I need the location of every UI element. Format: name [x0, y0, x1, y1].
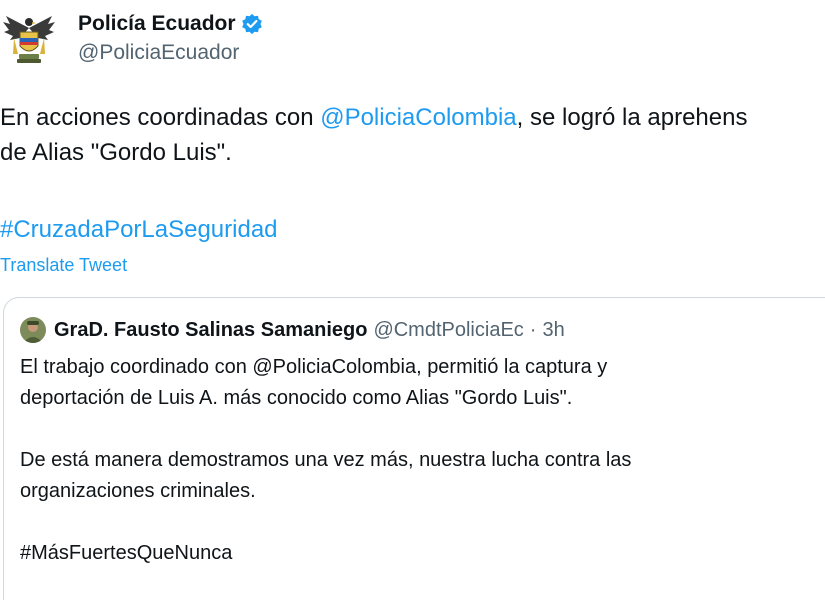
- hashtag-link[interactable]: #CruzadaPorLaSeguridad: [0, 212, 278, 247]
- author-block: Policía Ecuador @PoliciaEcuador: [78, 9, 263, 65]
- verified-badge-icon[interactable]: [241, 13, 263, 35]
- quoted-hashtag: #MásFuertesQueNunca: [20, 542, 233, 564]
- author-handle[interactable]: @PoliciaEcuador: [78, 41, 263, 65]
- quoted-tweet-card[interactable]: GraD. Fausto Salinas Samaniego @CmdtPoli…: [3, 297, 825, 600]
- translate-tweet-button[interactable]: Translate Tweet: [0, 255, 127, 276]
- separator-dot: ·: [529, 318, 537, 341]
- quoted-line: deportación de Luis A. más conocido como…: [20, 387, 573, 409]
- tweet-line-2: de Alias "Gordo Luis".: [0, 139, 232, 166]
- quoted-tweet-text: El trabajo coordinado con @PoliciaColomb…: [20, 352, 631, 569]
- quoted-line: De está manera demostramos una vez más, …: [20, 449, 632, 471]
- tweet-text-suffix: , se logró la aprehens: [516, 104, 748, 131]
- quoted-line: organizaciones criminales.: [20, 480, 256, 502]
- mention-link[interactable]: @PoliciaColombia: [320, 104, 516, 131]
- quoted-author-handle[interactable]: @CmdtPoliciaEc: [373, 319, 523, 342]
- author-display-name[interactable]: Policía Ecuador: [78, 12, 236, 36]
- eagle-emblem-icon: [3, 16, 55, 63]
- tweet-text: En acciones coordinadas con @PoliciaColo…: [0, 100, 825, 170]
- author-name-row: Policía Ecuador: [78, 9, 263, 39]
- quoted-line: El trabajo coordinado con @PoliciaColomb…: [20, 356, 608, 378]
- quoted-author-name[interactable]: GraD. Fausto Salinas Samaniego: [54, 319, 367, 342]
- quoted-author-avatar[interactable]: [20, 317, 46, 343]
- quoted-timestamp[interactable]: 3h: [542, 319, 564, 342]
- tweet-text-prefix: En acciones coordinadas con: [0, 104, 321, 131]
- quoted-tweet-header: GraD. Fausto Salinas Samaniego @CmdtPoli…: [20, 317, 565, 343]
- tweet-line-1: En acciones coordinadas con @PoliciaColo…: [0, 100, 825, 135]
- police-emblem-avatar[interactable]: [0, 8, 58, 70]
- tweet-detail: Policía Ecuador @PoliciaEcuador En accio…: [0, 0, 825, 600]
